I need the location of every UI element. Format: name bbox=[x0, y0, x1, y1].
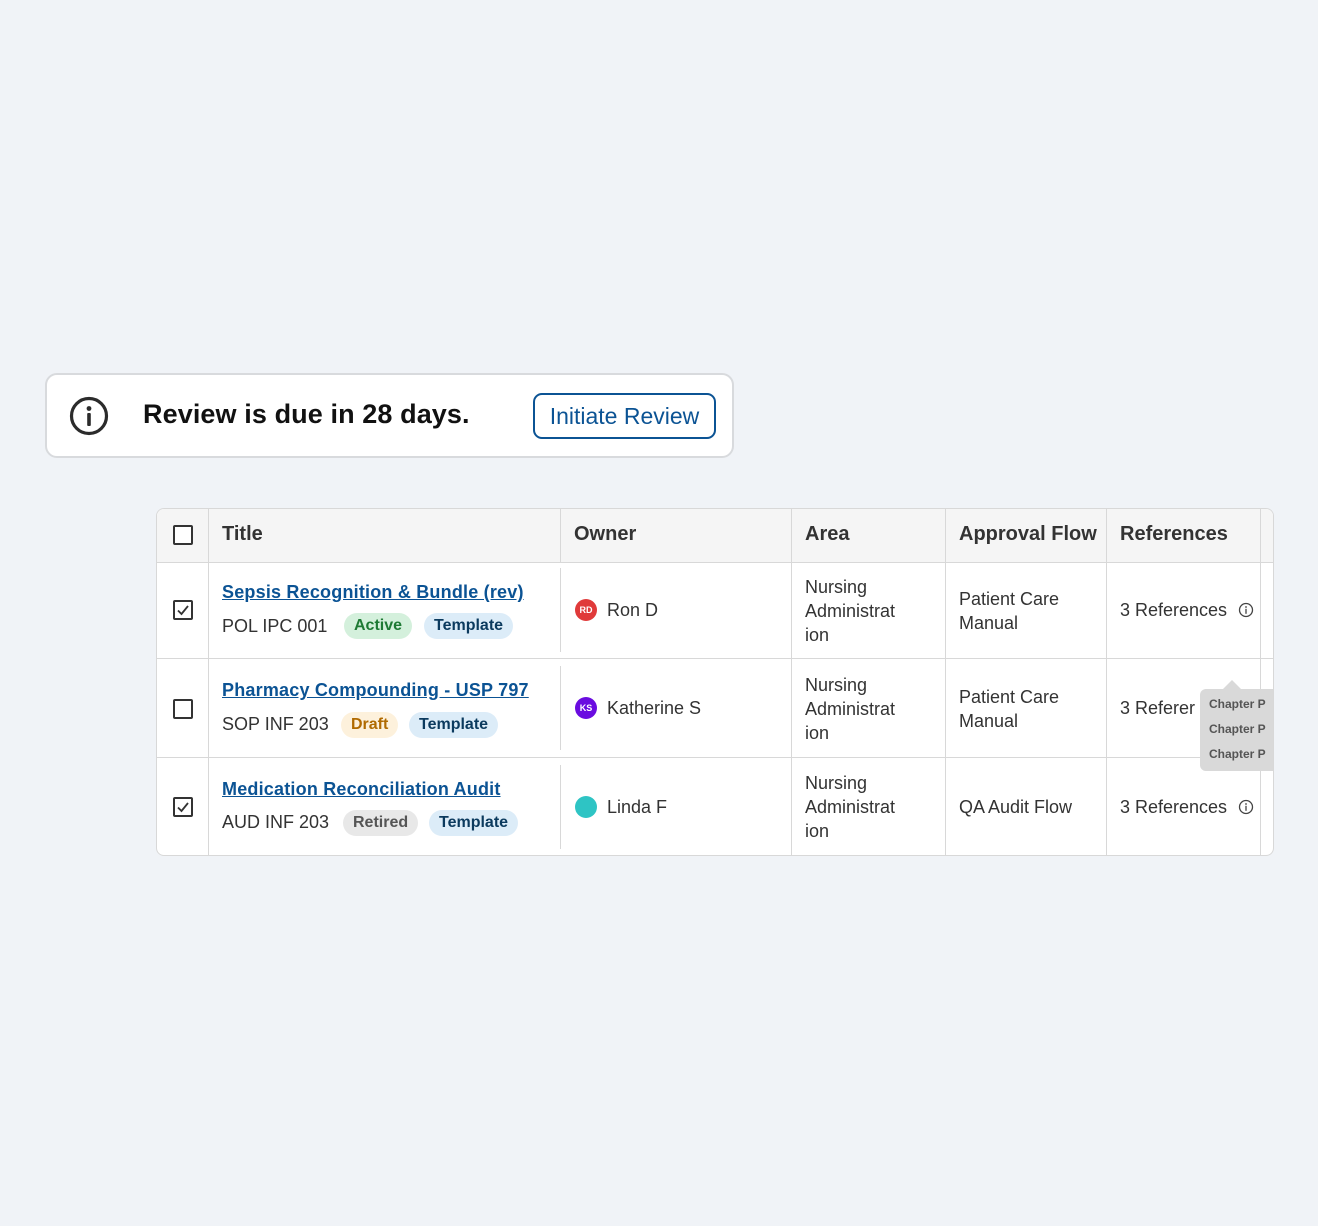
avatar bbox=[575, 796, 597, 818]
column-divider bbox=[945, 509, 946, 855]
approval-flow-cell: Patient Care Manual bbox=[959, 587, 1059, 635]
flow-line: Patient Care bbox=[959, 589, 1060, 609]
documents-table: Title Owner Area Approval Flow Reference… bbox=[156, 508, 1274, 856]
column-divider bbox=[560, 666, 561, 750]
initiate-review-button[interactable]: Initiate Review bbox=[533, 393, 716, 439]
area-line: Nursing bbox=[805, 773, 868, 793]
area-line: Administrat bbox=[805, 699, 896, 719]
review-due-message: Review is due in 28 days. bbox=[143, 399, 470, 429]
tooltip-item: Chapter P bbox=[1209, 722, 1266, 736]
area-line: ion bbox=[805, 723, 830, 743]
row-checkbox[interactable] bbox=[173, 699, 193, 719]
tooltip-item: Chapter P bbox=[1209, 747, 1266, 761]
avatar: RD bbox=[575, 599, 597, 621]
document-code: SOP INF 203 bbox=[222, 714, 329, 734]
document-title-link[interactable]: Medication Reconciliation Audit bbox=[222, 779, 501, 800]
header-area[interactable]: Area bbox=[805, 523, 849, 546]
area-line: ion bbox=[805, 625, 830, 645]
template-badge: Template bbox=[409, 712, 499, 738]
area-cell: Nursing Administrat ion bbox=[805, 673, 895, 745]
area-line: Nursing bbox=[805, 577, 868, 597]
document-code: POL IPC 001 bbox=[222, 616, 328, 636]
owner-name: Ron D bbox=[607, 600, 659, 620]
column-divider bbox=[560, 509, 561, 562]
row-divider bbox=[157, 658, 1273, 659]
document-code: AUD INF 203 bbox=[222, 812, 330, 832]
row-divider bbox=[157, 757, 1273, 758]
row-checkbox[interactable] bbox=[173, 600, 193, 620]
approval-flow-cell: Patient Care Manual bbox=[959, 685, 1059, 733]
area-cell: Nursing Administrat ion bbox=[805, 771, 895, 843]
info-circle-icon[interactable] bbox=[1238, 799, 1254, 815]
column-divider bbox=[560, 568, 561, 652]
references-tooltip: Chapter P Chapter P Chapter P bbox=[1200, 689, 1273, 771]
column-divider bbox=[208, 509, 209, 855]
header-owner[interactable]: Owner bbox=[574, 523, 636, 546]
row-checkbox[interactable] bbox=[173, 797, 193, 817]
area-cell: Nursing Administrat ion bbox=[805, 575, 895, 647]
tooltip-arrow bbox=[1223, 680, 1241, 689]
select-all-checkbox[interactable] bbox=[173, 525, 193, 545]
column-divider bbox=[1106, 509, 1107, 855]
flow-line: Manual bbox=[959, 613, 1019, 633]
area-line: Nursing bbox=[805, 675, 868, 695]
checkmark-icon bbox=[177, 605, 189, 616]
status-badge: Active bbox=[344, 613, 413, 639]
info-circle-icon bbox=[69, 396, 109, 436]
template-badge: Template bbox=[424, 613, 514, 639]
document-title-link[interactable]: Sepsis Recognition & Bundle (rev) bbox=[222, 582, 524, 603]
area-line: Administrat bbox=[805, 601, 896, 621]
flow-line: Manual bbox=[959, 711, 1019, 731]
review-due-banner: Review is due in 28 days. Initiate Revie… bbox=[45, 373, 734, 458]
document-title-link[interactable]: Pharmacy Compounding - USP 797 bbox=[222, 680, 529, 701]
info-circle-icon[interactable] bbox=[1238, 602, 1254, 618]
references-count[interactable]: 3 Referer bbox=[1120, 698, 1195, 719]
status-badge: Draft bbox=[341, 712, 399, 738]
template-badge: Template bbox=[429, 810, 519, 836]
column-divider bbox=[1260, 509, 1261, 855]
column-divider bbox=[791, 509, 792, 855]
header-references[interactable]: References bbox=[1120, 523, 1228, 546]
approval-flow-cell: QA Audit Flow bbox=[959, 795, 1072, 819]
owner-name: Linda F bbox=[607, 797, 668, 817]
tooltip-item: Chapter P bbox=[1209, 697, 1266, 711]
checkmark-icon bbox=[177, 802, 189, 813]
status-badge: Retired bbox=[343, 810, 419, 836]
flow-line: QA Audit Flow bbox=[959, 797, 1073, 817]
references-count[interactable]: 3 References bbox=[1120, 797, 1227, 818]
area-line: ion bbox=[805, 821, 830, 841]
avatar: KS bbox=[575, 697, 597, 719]
flow-line: Patient Care bbox=[959, 687, 1060, 707]
references-count[interactable]: 3 References bbox=[1120, 600, 1227, 621]
owner-name: Katherine S bbox=[607, 698, 702, 718]
header-approval-flow[interactable]: Approval Flow bbox=[959, 523, 1097, 546]
area-line: Administrat bbox=[805, 797, 896, 817]
column-divider bbox=[560, 765, 561, 849]
header-title[interactable]: Title bbox=[222, 523, 263, 546]
